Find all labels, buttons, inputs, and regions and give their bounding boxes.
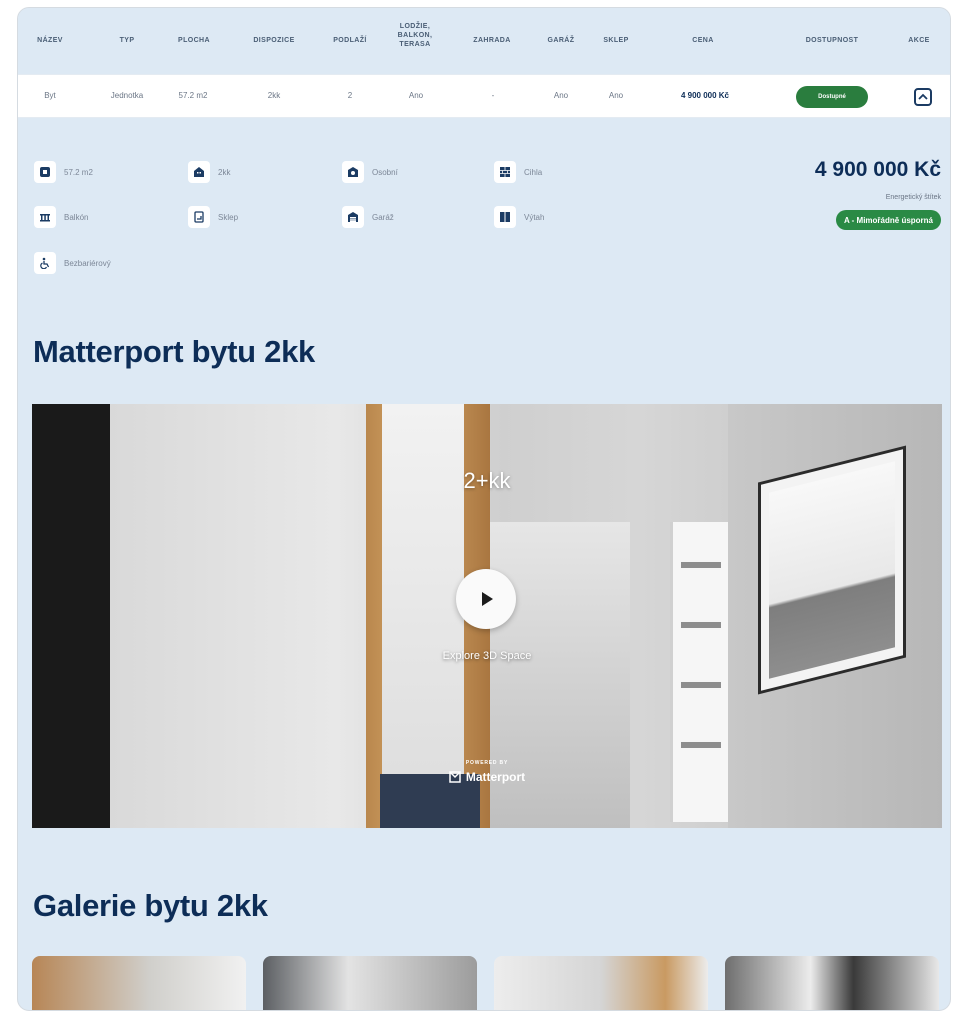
th-price: CENA — [692, 37, 714, 44]
th-garden: ZAHRADA — [473, 37, 511, 44]
cell-cellar: Ano — [608, 91, 624, 100]
feature-cellar: Sklep — [188, 206, 238, 228]
gallery-thumbnail[interactable] — [725, 956, 939, 1010]
cell-garage: Ano — [553, 91, 569, 100]
feature-layout: 2kk — [188, 161, 230, 183]
door-slat — [681, 742, 721, 748]
feature-label: Cihla — [524, 167, 543, 177]
chevron-up-icon — [918, 93, 928, 100]
cell-garden: - — [491, 91, 495, 100]
th-layout: DISPOZICE — [253, 37, 295, 44]
door-slat — [681, 622, 721, 628]
collapse-button[interactable] — [914, 88, 932, 106]
feature-label: Sklep — [218, 212, 239, 222]
feature-label: Bezbariérový — [64, 258, 111, 268]
table-row[interactable]: Byt Jednotka 57.2 m2 2kk 2 Ano - Ano Ano… — [18, 74, 950, 118]
feature-label: Osobní — [372, 167, 398, 177]
door-slat — [681, 562, 721, 568]
feature-balcony: Balkón — [34, 206, 88, 228]
cell-layout: 2kk — [267, 91, 281, 100]
energy-label: Energetický štítek — [885, 194, 941, 201]
cell-type: Jednotka — [110, 91, 144, 100]
feature-elevator: Výtah — [494, 206, 544, 228]
cell-area: 57.2 m2 — [178, 91, 208, 100]
th-type: TYP — [119, 37, 135, 44]
matterport-icon — [449, 771, 461, 783]
matterport-brand: Matterport — [465, 770, 526, 784]
feature-material: Cihla — [494, 161, 542, 183]
elevator-icon — [494, 206, 516, 228]
cell-balcony: Ano — [408, 91, 424, 100]
garage-icon — [342, 206, 364, 228]
th-action: AKCE — [908, 37, 930, 44]
table-header: NÁZEV TYP PLOCHA DISPOZICE PODLAŽÍ LODŽI… — [18, 8, 950, 74]
feature-garage: Garáž — [342, 206, 394, 228]
ownership-icon — [342, 161, 364, 183]
matterport-heading: Matterport bytu 2kk — [33, 334, 315, 369]
area-icon — [34, 161, 56, 183]
feature-area: 57.2 m2 — [34, 161, 93, 183]
gallery-heading: Galerie bytu 2kk — [33, 888, 268, 923]
powered-by-label: POWERED BY — [465, 760, 509, 766]
feature-label: 57.2 m2 — [64, 167, 93, 177]
gallery-thumbnail[interactable] — [32, 956, 246, 1010]
gallery-thumbnail[interactable] — [263, 956, 477, 1010]
th-area: PLOCHA — [178, 37, 210, 44]
explore-label: Explore 3D Space — [442, 650, 532, 662]
th-name: NÁZEV — [37, 37, 63, 44]
th-availability: DOSTUPNOST — [805, 37, 859, 44]
matterport-viewer[interactable]: 2+kk Explore 3D Space POWERED BY Matterp… — [32, 404, 942, 828]
building-icon — [188, 161, 210, 183]
feature-ownership: Osobní — [342, 161, 398, 183]
th-floor: PODLAŽÍ — [333, 37, 367, 44]
feature-label: Garáž — [372, 212, 394, 222]
energy-badge: A - Mimořádně úsporná — [835, 210, 941, 230]
th-cellar: SKLEP — [603, 37, 629, 44]
feature-label: Výtah — [524, 212, 545, 222]
feature-label: Balkón — [64, 212, 89, 222]
unit-detail-panel: NÁZEV TYP PLOCHA DISPOZICE PODLAŽÍ LODŽI… — [17, 7, 951, 1011]
brick-icon — [494, 161, 516, 183]
matterport-logo: Matterport — [32, 770, 942, 784]
cell-price: 4 900 000 Kč — [680, 91, 730, 100]
th-balcony: LODŽIE, BALKON, TERASA — [397, 23, 433, 48]
feature-label: 2kk — [218, 167, 231, 177]
door-slat — [681, 682, 721, 688]
play-icon — [482, 592, 493, 606]
play-button[interactable] — [456, 569, 516, 629]
feature-accessibility: Bezbariérový — [34, 252, 111, 274]
viewer-title: 2+kk — [463, 468, 511, 493]
cell-floor: 2 — [347, 91, 353, 100]
cell-name: Byt — [44, 91, 56, 100]
th-garage: GARÁŽ — [547, 37, 575, 44]
balcony-icon — [34, 206, 56, 228]
gallery-thumbnail[interactable] — [494, 956, 708, 1010]
unit-price: 4 900 000 Kč — [814, 158, 941, 181]
cellar-icon — [188, 206, 210, 228]
availability-badge: Dostupné — [796, 86, 868, 108]
wheelchair-icon — [34, 252, 56, 274]
